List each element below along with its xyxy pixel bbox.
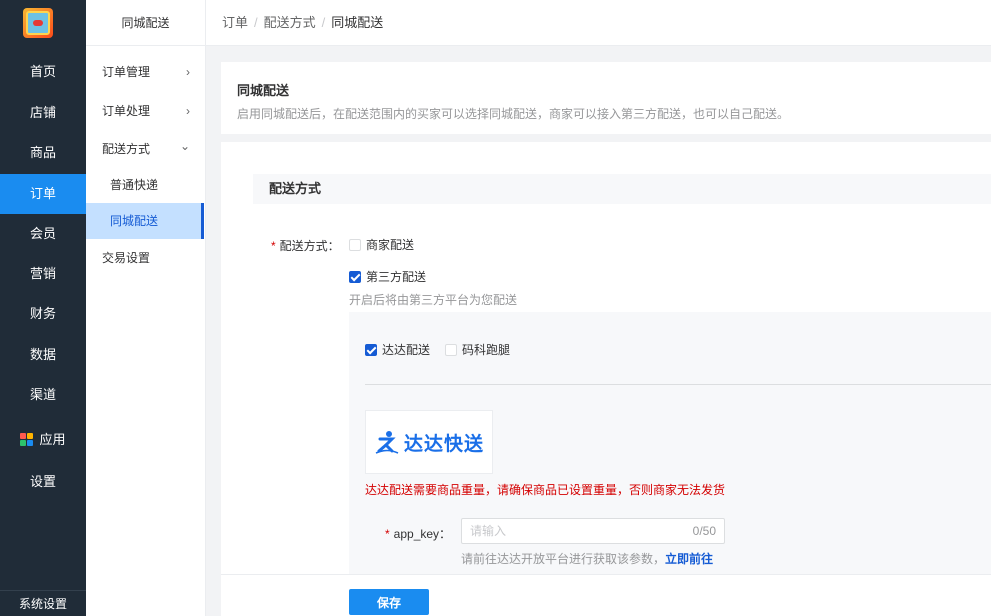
menu-trade-settings[interactable]: 交易设置: [86, 240, 204, 276]
menu-order-processing[interactable]: 订单处理 ›: [86, 93, 204, 129]
settings-card: 配送方式 * 配送方式： 商家配送 第三方配送 开启后将由第三方平台为您配送 达达…: [221, 142, 991, 574]
intro-card: 同城配送 启用同城配送后，在配送范围内的买家可以选择同城配送，商家可以接入第三方…: [221, 62, 991, 134]
dada-logo: 达达快送: [365, 410, 493, 474]
menu-standard-express[interactable]: 普通快递: [86, 167, 204, 203]
section-title: 配送方式: [253, 174, 991, 204]
go-now-link[interactable]: 立即前往: [665, 552, 713, 566]
menu-city-delivery[interactable]: 同城配送: [86, 203, 204, 239]
nav-apps-label: 应用: [39, 432, 66, 447]
menu-order-management[interactable]: 订单管理 ›: [86, 54, 204, 90]
weight-warning: 达达配送需要商品重量，请确保商品已设置重量，否则商家无法发货: [365, 483, 726, 497]
app-key-label: * app_key：: [385, 527, 452, 541]
chevron-down-icon: ⌄: [179, 139, 190, 153]
menu-delivery-methods[interactable]: 配送方式 ⌄: [86, 131, 204, 167]
secondary-sidebar-title: 同城配送: [86, 0, 205, 46]
menu-label: 订单处理: [102, 104, 151, 118]
nav-finance[interactable]: 财务: [0, 294, 86, 334]
breadcrumb: 订单 / 配送方式 / 同城配送: [222, 0, 383, 46]
nav-settings[interactable]: 设置: [0, 462, 86, 502]
footer-bar: 保存: [221, 574, 991, 616]
checkbox-box: [445, 343, 457, 356]
menu-label: 订单管理: [102, 65, 151, 79]
breadcrumb-current: 同城配送: [331, 15, 384, 30]
page-title: 同城配送: [237, 83, 290, 98]
checkbox-label: 商家配送: [366, 238, 415, 252]
checkbox-label: 第三方配送: [366, 270, 427, 284]
dada-checkbox[interactable]: 达达配送: [365, 341, 430, 358]
nav-home[interactable]: 首页: [0, 52, 86, 92]
merchant-delivery-checkbox[interactable]: 商家配送: [349, 236, 414, 253]
nav-goods[interactable]: 商品: [0, 133, 86, 173]
app-key-hint: 请前往达达开放平台进行获取该参数，立即前往: [461, 552, 714, 566]
checkbox-label: 码科跑腿: [462, 343, 511, 357]
chevron-right-icon: ›: [186, 65, 190, 79]
checkbox-label: 达达配送: [382, 343, 431, 357]
app-key-field: 0/50: [461, 518, 725, 544]
breadcrumb-order[interactable]: 订单: [222, 15, 248, 30]
menu-label: 配送方式: [102, 142, 151, 156]
app-key-input[interactable]: [462, 519, 682, 543]
secondary-sidebar: 同城配送 订单管理 › 订单处理 › 配送方式 ⌄ 普通快递 同城配送 交易设置: [86, 0, 206, 616]
top-bar: 订单 / 配送方式 / 同城配送: [206, 0, 991, 46]
breadcrumb-separator: /: [321, 15, 326, 30]
third-party-panel: 达达配送 码科跑腿 达达快送 达达配送需要商品重量，请确保商品已设置重量，否则商…: [349, 312, 991, 574]
breadcrumb-separator: /: [254, 15, 258, 30]
nav-channel[interactable]: 渠道: [0, 375, 86, 415]
page-description: 启用同城配送后，在配送范围内的买家可以选择同城配送，商家可以接入第三方配送，也可…: [237, 107, 790, 121]
dada-logo-text: 达达快送: [403, 433, 484, 455]
breadcrumb-delivery[interactable]: 配送方式: [264, 15, 316, 30]
nav-marketing[interactable]: 营销: [0, 254, 86, 294]
third-party-delivery-checkbox[interactable]: 第三方配送: [349, 268, 426, 285]
nav-data[interactable]: 数据: [0, 335, 86, 375]
nav-order[interactable]: 订单: [0, 174, 86, 214]
checkbox-box: [349, 238, 361, 251]
primary-sidebar: 首页 店铺 商品 订单 会员 营销 财务 数据 渠道 应用 设置 系统设置: [0, 0, 86, 616]
third-party-hint: 开启后将由第三方平台为您配送: [349, 293, 518, 307]
checkbox-checked: [365, 343, 377, 356]
store-logo[interactable]: [23, 8, 53, 38]
menu-label: 交易设置: [102, 251, 151, 265]
nav-apps[interactable]: 应用: [0, 420, 86, 460]
checkbox-checked: [349, 270, 361, 283]
apps-grid-icon: [20, 433, 34, 446]
chevron-right-icon: ›: [186, 104, 190, 118]
save-button[interactable]: 保存: [349, 589, 429, 615]
nav-store[interactable]: 店铺: [0, 93, 86, 133]
system-settings-link[interactable]: 系统设置: [0, 590, 86, 616]
divider: [365, 384, 991, 385]
char-counter: 0/50: [692, 524, 716, 538]
nav-member[interactable]: 会员: [0, 214, 86, 254]
delivery-method-label: * 配送方式：: [271, 239, 340, 253]
make-paotui-checkbox[interactable]: 码科跑腿: [445, 341, 510, 358]
dada-runner-icon: [375, 431, 399, 454]
